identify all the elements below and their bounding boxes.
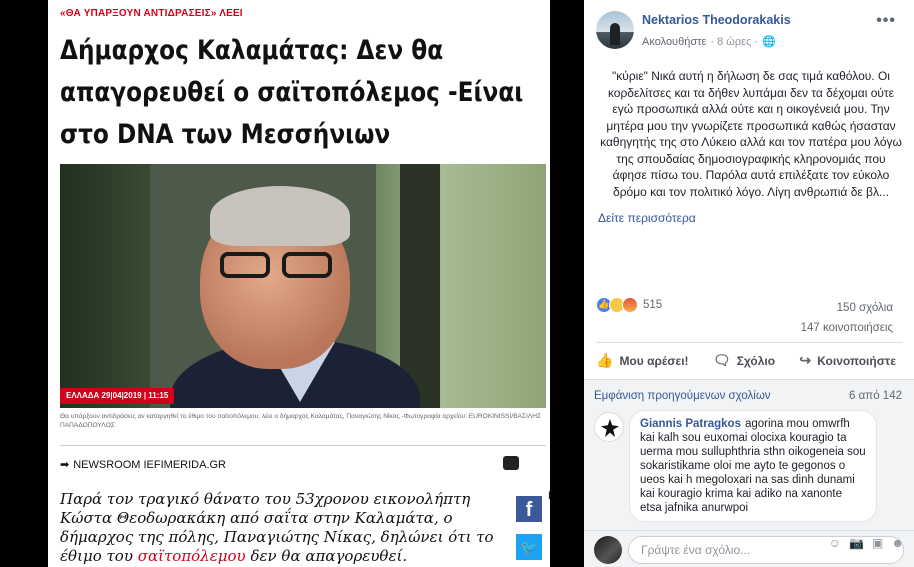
camera-icon[interactable]: 📷 (849, 536, 864, 550)
comment-button[interactable]: 🗨 Σχόλιο (713, 352, 775, 369)
follow-link[interactable]: Ακολουθήστε (642, 36, 706, 48)
article-screenshot: «ΘΑ ΥΠΑΡΞΟΥΝ ΑΝΤΙΔΡΑΣΕΙΣ» ΛΕΕΙ Δήμαρχος … (48, 0, 550, 567)
reaction-count: 515 (643, 299, 663, 311)
previous-comments-row: Εμφάνιση προηγούμενων σχολίων 6 από 142 (594, 390, 902, 402)
photo-tag: ΕΛΛΑΔΑ 29|04|2019 | 11:15 (60, 388, 175, 404)
comment-icon: 🗨 (712, 352, 731, 368)
photo-viewer-area: «ΘΑ ΥΠΑΡΞΟΥΝ ΑΝΤΙΔΡΑΣΕΙΣ» ΛΕΕΙ Δήμαρχος … (0, 0, 584, 567)
composer-tools: ☺ 📷 ▣ ☻ (829, 536, 904, 550)
article-tools (503, 456, 550, 500)
like-button-label: Μου αρέσει! (619, 353, 689, 368)
arrow-icon: ➡ (60, 459, 70, 471)
print-icon (503, 456, 519, 470)
gif-icon[interactable]: ▣ (872, 536, 883, 550)
current-user-avatar (594, 536, 622, 564)
comments-page-count: 6 από 142 (849, 390, 902, 402)
post-stats: 150 σχόλια 147 κοινοποιήσεις (801, 298, 893, 338)
post-time[interactable]: · 8 ώρες · (710, 36, 758, 48)
comment-button-label: Σχόλιο (736, 353, 776, 368)
photo-background (60, 164, 150, 408)
shares-count-link[interactable]: 147 κοινοποιήσεις (801, 318, 893, 338)
headline-line: απαγορευθεί ο σαϊτοπόλεμος -Είναι (60, 77, 524, 108)
see-more-link[interactable]: Δείτε περισσότερα (598, 211, 696, 225)
headline-line: Δήμαρχος Καλαμάτας: Δεν θα (60, 35, 444, 66)
article-source-label: NEWSROOM IEFIMERIDA.GR (73, 458, 226, 471)
post-actions: 👍 Μου αρέσει! 🗨 Σχόλιο ↪ Κοινοποιήστε (596, 352, 896, 369)
article-headline: Δήμαρχος Καλαμάτας: Δεν θα απαγορευθεί ο… (60, 30, 524, 156)
sticker-icon[interactable]: ☻ (891, 536, 904, 550)
view-previous-comments-link[interactable]: Εμφάνιση προηγούμενων σχολίων (594, 390, 771, 402)
post-text: "κύριε" Νικά αυτή η δήλωση δε σας τιμά κ… (600, 69, 902, 199)
twitter-share-icon: 🐦 (516, 534, 542, 560)
comment-text: agorina mou omwrfh kai kalh sou euxomai … (640, 418, 866, 514)
post-side-panel: Nektarios Theodorakakis Ακολουθήστε · 8 … (584, 0, 914, 567)
thumbs-up-icon: 👍 (596, 352, 614, 368)
headline-line: στο DNA των Μεσσήνιων (60, 119, 391, 150)
share-arrow-icon: ↪ (799, 352, 812, 368)
comments-count-link[interactable]: 150 σχόλια (801, 298, 893, 318)
article-source: ➡ NEWSROOM IEFIMERIDA.GR (60, 458, 226, 472)
comments-section: Εμφάνιση προηγούμενων σχολίων 6 από 142 … (584, 379, 914, 567)
person-glasses (220, 252, 340, 282)
post-meta: Ακολουθήστε · 8 ώρες · 🌐 (642, 35, 776, 49)
globe-icon[interactable]: 🌐 (762, 35, 776, 48)
comment-composer: Γράψτε ένα σχόλιο... ☺ 📷 ▣ ☻ (584, 530, 914, 567)
share-button[interactable]: ↪ Κοινοποιήστε (799, 352, 896, 369)
reactions-summary[interactable]: 👍 515 (596, 297, 662, 313)
divider (60, 445, 546, 446)
facebook-share-icon: f (516, 496, 542, 522)
share-button-label: Κοινοποιήστε (817, 353, 896, 368)
commenter-name-link[interactable]: Giannis Patragkos (640, 418, 741, 430)
author-avatar[interactable] (596, 11, 634, 49)
lede-text: δεν θα απαγορευθεί. (245, 547, 408, 565)
comment-bubble-icon (548, 486, 550, 500)
photo-tag-section: ΕΛΛΑΔΑ 29|04|2019 | 11:15 (60, 388, 175, 404)
article-kicker: «ΘΑ ΥΠΑΡΞΟΥΝ ΑΝΤΙΔΡΑΣΕΙΣ» ΛΕΕΙ (60, 8, 243, 19)
article-photo: ΕΛΛΑΔΑ 29|04|2019 | 11:15 (60, 164, 546, 408)
emoji-icon[interactable]: ☺ (829, 536, 841, 550)
lede-highlight-link: σαϊτοπόλεμου (137, 547, 246, 565)
like-button[interactable]: 👍 Μου αρέσει! (596, 352, 689, 369)
divider (596, 342, 902, 343)
angry-reaction-icon (622, 297, 638, 313)
person-hair (210, 186, 350, 246)
commenter-avatar[interactable] (594, 412, 624, 442)
article-lede: Παρά τον τραγικό θάνατο του 53χρονου εικ… (60, 490, 505, 566)
author-name-link[interactable]: Nektarios Theodorakakis (642, 13, 791, 27)
more-options-icon[interactable]: ••• (876, 12, 896, 30)
comment-bubble: Giannis Patragkos agorina mou omwrfh kai … (629, 410, 877, 522)
photo-caption: Θα υπάρξουν αντιδράσεις αν καταργηθεί το… (60, 413, 542, 429)
